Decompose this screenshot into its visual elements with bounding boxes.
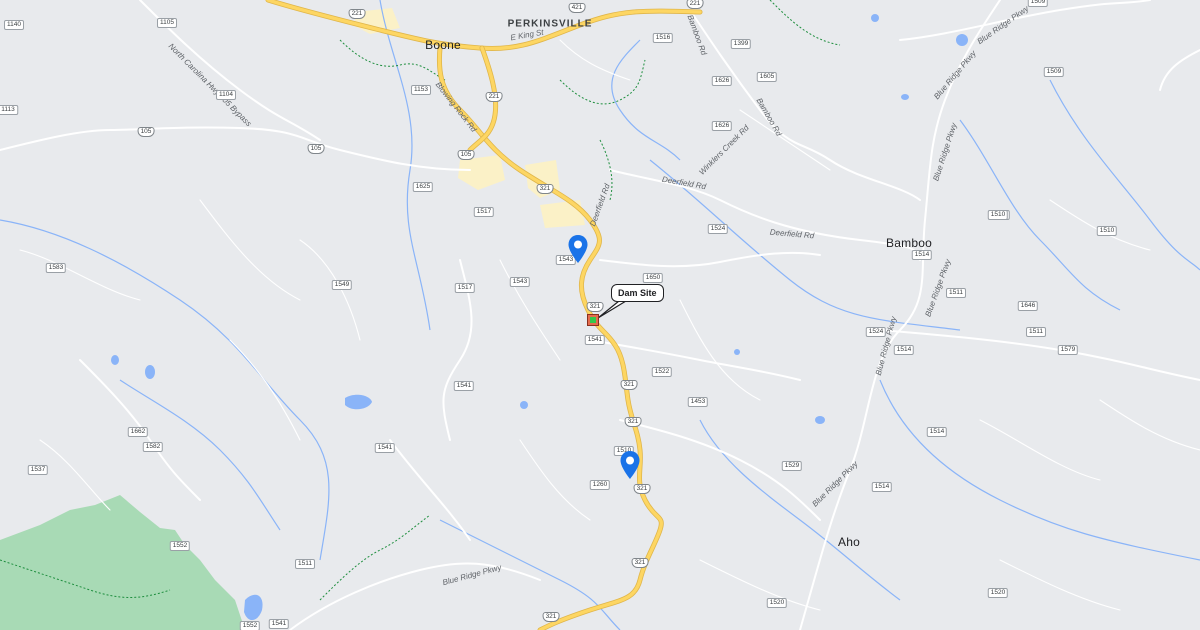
map-canvas[interactable]: PERKINSVILLE Boone Bamboo Aho E King St … (0, 0, 1200, 630)
callout-pointer (597, 300, 627, 319)
dam-site-label: Dam Site (618, 288, 657, 298)
dam-site-square-icon[interactable] (587, 314, 599, 326)
dam-site-callout[interactable]: Dam Site (611, 284, 664, 302)
